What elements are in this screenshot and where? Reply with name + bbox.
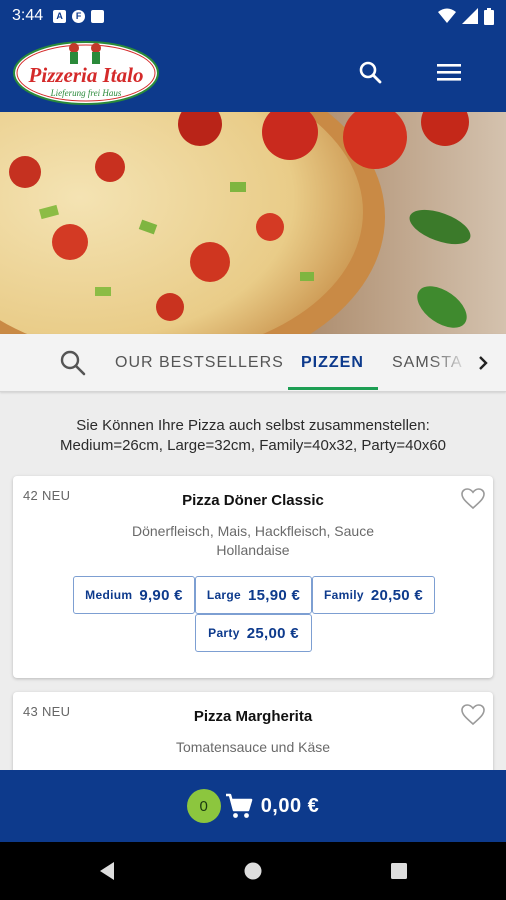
tab-pizzen[interactable]: PIZZEN (301, 334, 364, 391)
signal-icon (462, 8, 478, 24)
battery-icon (484, 7, 494, 25)
product-description-line2: Hollandaise (216, 542, 290, 558)
logo-text: Pizzeria Italo (28, 63, 144, 87)
hero-pizza-image (0, 112, 506, 334)
price-size-label: Party (208, 626, 240, 640)
price-size-label: Medium (85, 588, 133, 602)
status-bar: 3:44 A F (0, 0, 506, 32)
size-info-line1: Sie Können Ihre Pizza auch selbst zusamm… (76, 417, 430, 434)
cart-bar[interactable]: 0 0,00 € (0, 770, 506, 842)
chevron-right-icon (479, 355, 488, 370)
recents-button[interactable] (384, 856, 414, 886)
header-search-button[interactable] (350, 52, 390, 92)
product-description: Tomatensauce und Käse (103, 738, 403, 757)
logo-tagline: Lieferung frei Haus (50, 88, 122, 98)
tab-scroll-next-button[interactable] (470, 334, 496, 391)
product-description: Dönerfleisch, Mais, Hackfleisch, Sauce H… (103, 522, 403, 560)
price-button-party[interactable]: Party 25,00 € (195, 614, 312, 652)
product-title: Pizza Margherita (193, 708, 313, 725)
product-description-line1: Tomatensauce und Käse (175, 739, 331, 755)
price-button-large[interactable]: Large 15,90 € (195, 576, 312, 614)
pizzeria-logo[interactable]: Pizzeria Italo Lieferung frei Haus (12, 36, 160, 106)
size-info-text: Sie Können Ihre Pizza auch selbst zusamm… (20, 416, 486, 456)
favorite-heart-icon[interactable] (461, 488, 485, 510)
recents-square-icon (391, 863, 407, 879)
hamburger-menu-icon (437, 64, 461, 81)
tab-search-icon[interactable] (58, 348, 88, 378)
notification-f-icon: F (72, 9, 86, 23)
wifi-icon (438, 8, 456, 23)
product-description-line1: Dönerfleisch, Mais, Hackfleisch, Sauce (132, 523, 374, 539)
product-title: Pizza Döner Classic (182, 492, 324, 509)
status-time: 3:44 (12, 7, 44, 24)
menu-button[interactable] (429, 52, 469, 92)
price-value: 15,90 € (248, 586, 301, 604)
product-card-pizza-doener-classic[interactable]: 42 NEU Pizza Döner Classic Dönerfleisch,… (13, 476, 493, 678)
home-button[interactable] (238, 856, 268, 886)
cart-count-badge: 0 (186, 789, 221, 823)
size-info-line2: Medium=26cm, Large=32cm, Family=40x32, P… (59, 437, 447, 454)
tab-our-bestsellers[interactable]: OUR BESTSELLERS (115, 334, 284, 391)
sd-card-icon (91, 9, 105, 23)
app-header: Pizzeria Italo Lieferung frei Haus (0, 32, 506, 112)
home-circle-icon (244, 862, 262, 880)
price-size-label: Family (324, 588, 364, 602)
search-icon (359, 61, 382, 84)
system-navigation-bar (0, 842, 506, 900)
back-button[interactable] (92, 856, 122, 886)
favorite-heart-icon[interactable] (461, 704, 485, 726)
active-tab-indicator (288, 387, 378, 390)
price-button-family[interactable]: Family 20,50 € (312, 576, 435, 614)
notification-a-icon: A (53, 9, 67, 23)
price-value: 20,50 € (370, 586, 423, 604)
price-value: 25,00 € (246, 624, 299, 642)
price-size-label: Large (206, 588, 242, 602)
price-button-medium[interactable]: Medium 9,90 € (73, 576, 195, 614)
tab-fade (430, 334, 470, 391)
cart-total: 0,00 € (260, 794, 320, 817)
back-triangle-icon (100, 862, 114, 880)
shopping-cart-icon (225, 793, 252, 818)
price-value: 9,90 € (139, 586, 183, 604)
